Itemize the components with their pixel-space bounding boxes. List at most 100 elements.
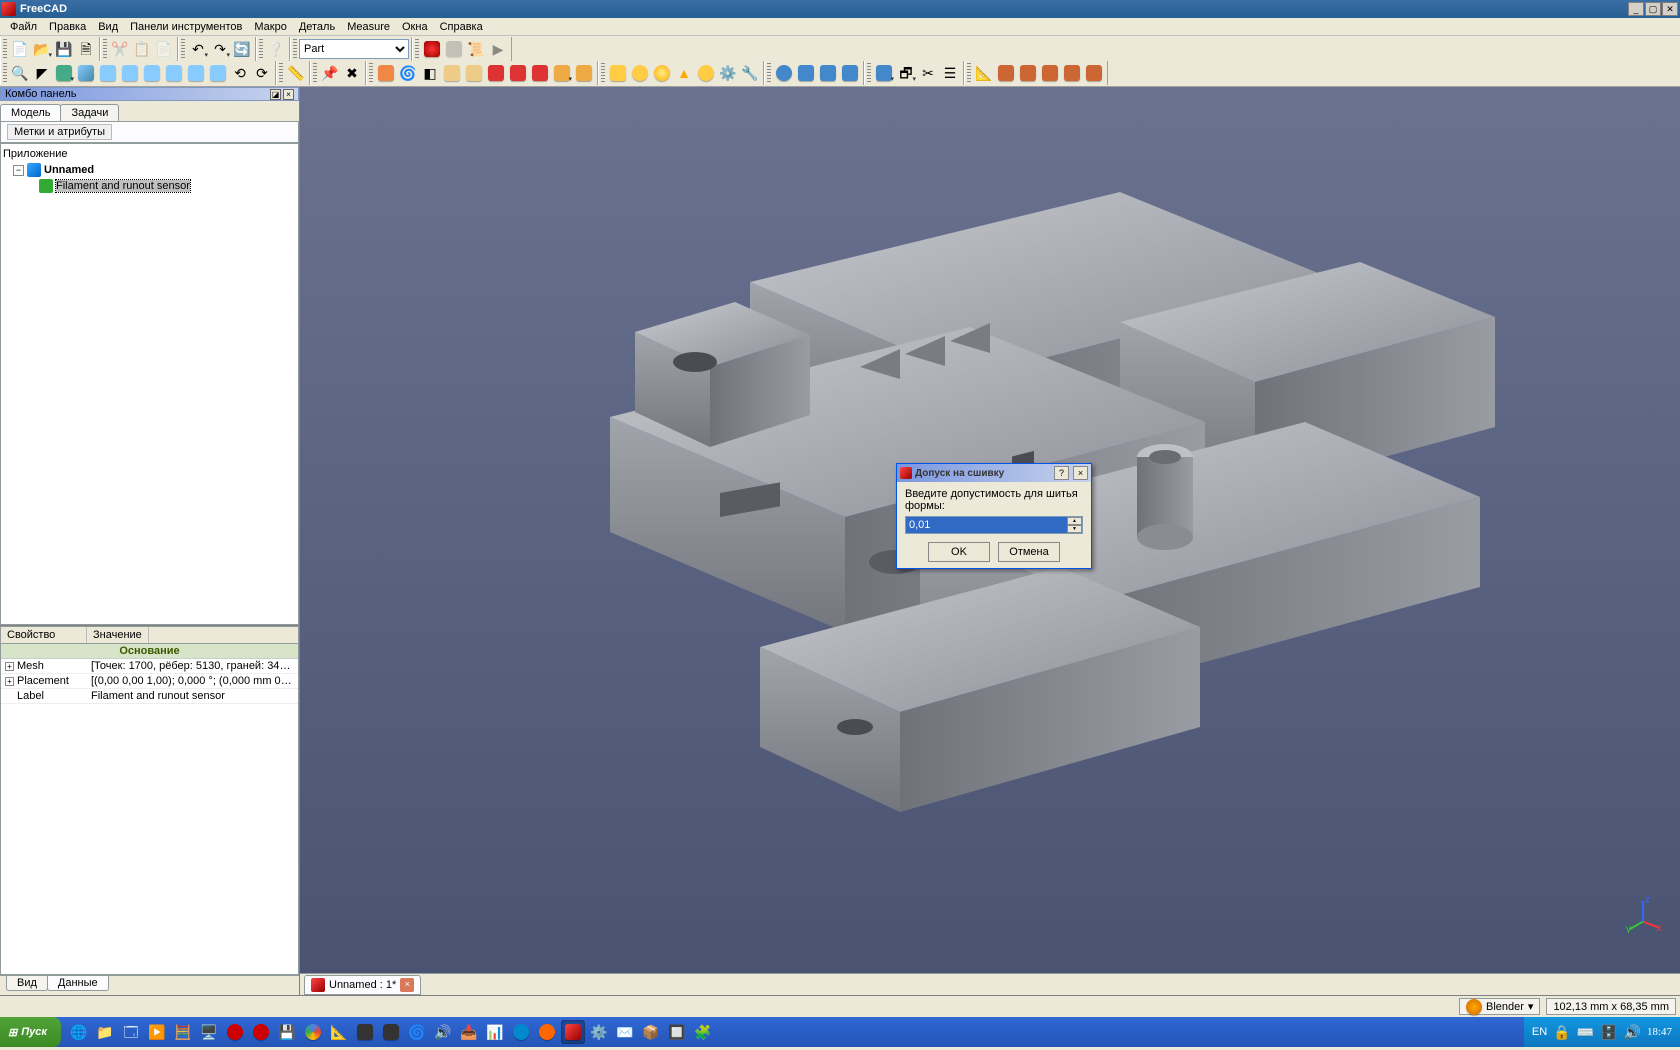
front-view-button[interactable] [97, 62, 119, 84]
top-view-button[interactable] [119, 62, 141, 84]
refresh-button[interactable]: 🔄 [231, 38, 253, 60]
open-doc-button[interactable]: 📂 [31, 38, 53, 60]
nav-style-selector[interactable]: Blender▾ [1459, 998, 1540, 1015]
compound-button[interactable] [873, 62, 895, 84]
doc-tab[interactable]: Unnamed : 1* × [304, 975, 421, 995]
measure-2-button[interactable] [995, 62, 1017, 84]
measure-5-button[interactable] [1061, 62, 1083, 84]
taskbar-icon[interactable] [379, 1020, 403, 1044]
taskbar-icon[interactable]: 🧮 [171, 1020, 195, 1044]
workbench-selector[interactable]: Part [299, 39, 409, 59]
prop-row-label[interactable]: Label Filament and runout sensor [1, 689, 298, 704]
spin-up-button[interactable]: ▲ [1067, 517, 1082, 525]
measure-6-button[interactable] [1083, 62, 1105, 84]
measure-4-button[interactable] [1039, 62, 1061, 84]
dialog-cancel-button[interactable]: Отмена [998, 542, 1060, 562]
tray-icon[interactable]: 🗄️ [1600, 1025, 1617, 1039]
part-thickness-button[interactable] [573, 62, 595, 84]
part-cone-button[interactable]: ▲ [673, 62, 695, 84]
part-ruled-button[interactable] [485, 62, 507, 84]
taskbar-freecad-button[interactable] [561, 1020, 585, 1044]
rotate-right-button[interactable]: ⟳ [251, 62, 273, 84]
dialog-ok-button[interactable]: OK [928, 542, 990, 562]
fit-all-button[interactable]: 🔍 [9, 62, 31, 84]
spin-down-button[interactable]: ▼ [1067, 525, 1082, 533]
tolerance-input[interactable] [906, 517, 1067, 533]
right-view-button[interactable] [141, 62, 163, 84]
taskbar-icon[interactable]: 🌐 [67, 1020, 91, 1044]
taskbar-icon[interactable]: 💾 [275, 1020, 299, 1044]
measure-1-button[interactable]: 📐 [973, 62, 995, 84]
taskbar-icon[interactable]: 🧩 [691, 1020, 715, 1044]
part-mirror-button[interactable]: ◧ [419, 62, 441, 84]
macro-execute-button[interactable]: ▶ [487, 38, 509, 60]
menu-view[interactable]: Вид [92, 20, 124, 34]
menu-measure[interactable]: Measure [341, 20, 396, 34]
part-builder-button[interactable]: 🔧 [739, 62, 761, 84]
tree-item[interactable]: Filament and runout sensor [3, 178, 296, 194]
tab-tasks[interactable]: Задачи [60, 104, 119, 121]
tray-icon[interactable]: 🔊 [1624, 1025, 1641, 1039]
fit-selection-button[interactable]: ◤ [31, 62, 53, 84]
part-revolve-button[interactable]: 🌀 [397, 62, 419, 84]
collapse-icon[interactable]: − [13, 165, 24, 176]
taskbar-icon[interactable]: 🔊 [431, 1020, 455, 1044]
taskbar-icon[interactable] [223, 1020, 247, 1044]
rear-view-button[interactable] [163, 62, 185, 84]
tray-icon[interactable]: 🔒 [1553, 1025, 1570, 1039]
dialog-titlebar[interactable]: Допуск на сшивку ? × [897, 464, 1091, 482]
cut-button[interactable]: ✂️ [109, 38, 131, 60]
tray-icon[interactable]: ⌨️ [1577, 1025, 1594, 1039]
part-sweep-button[interactable] [529, 62, 551, 84]
expand-icon[interactable]: + [5, 677, 14, 686]
model-tree[interactable]: Приложение − Unnamed Filament and runout… [0, 143, 299, 625]
taskbar-icon[interactable]: 📐 [327, 1020, 351, 1044]
combo-close-button[interactable]: ✖ [341, 62, 363, 84]
part-cylinder-button[interactable] [629, 62, 651, 84]
redo-button[interactable]: ↷ [209, 38, 231, 60]
taskbar-icon[interactable]: ⚙️ [587, 1020, 611, 1044]
panel-float-button[interactable]: ◪ [270, 89, 281, 100]
part-extrude-button[interactable] [375, 62, 397, 84]
paste-button[interactable]: 📄 [153, 38, 175, 60]
part-fillet-button[interactable] [441, 62, 463, 84]
tolerance-spinbox[interactable]: ▲ ▼ [905, 516, 1083, 534]
draw-style-button[interactable] [53, 62, 75, 84]
macro-record-button[interactable] [421, 38, 443, 60]
boolean-button[interactable] [773, 62, 795, 84]
part-box-button[interactable] [607, 62, 629, 84]
tree-root[interactable]: Приложение [3, 146, 296, 162]
menu-toolbars[interactable]: Панели инструментов [124, 20, 248, 34]
labels-attributes-tab[interactable]: Метки и атрибуты [7, 124, 112, 140]
tab-model[interactable]: Модель [0, 104, 61, 122]
menu-help[interactable]: Справка [434, 20, 489, 34]
taskbar-icon[interactable] [535, 1020, 559, 1044]
menu-windows[interactable]: Окна [396, 20, 434, 34]
measure-3-button[interactable] [1017, 62, 1039, 84]
property-grid[interactable]: Основание +Mesh [Точек: 1700, рёбер: 513… [0, 644, 299, 975]
macros-button[interactable]: 📜 [465, 38, 487, 60]
bottom-view-button[interactable] [185, 62, 207, 84]
cut-bool-button[interactable] [795, 62, 817, 84]
part-primitives-button[interactable]: ⚙️ [717, 62, 739, 84]
cross-sections-button[interactable]: ☰ [939, 62, 961, 84]
intersect-button[interactable] [839, 62, 861, 84]
macro-stop-button[interactable] [443, 38, 465, 60]
taskbar-icon[interactable] [509, 1020, 533, 1044]
menu-macro[interactable]: Макро [248, 20, 292, 34]
dialog-help-button[interactable]: ? [1054, 466, 1069, 480]
tree-doc[interactable]: − Unnamed [3, 162, 296, 178]
save-as-button[interactable]: 🗎 [75, 38, 97, 60]
part-sphere-button[interactable] [651, 62, 673, 84]
menu-part[interactable]: Деталь [293, 20, 341, 34]
menu-file[interactable]: Файл [4, 20, 43, 34]
new-doc-button[interactable]: 📄 [9, 38, 31, 60]
minimize-button[interactable]: _ [1628, 2, 1644, 16]
rotate-left-button[interactable]: ⟲ [229, 62, 251, 84]
taskbar-icon[interactable]: 📥 [457, 1020, 481, 1044]
dialog-close-button[interactable]: × [1073, 466, 1088, 480]
taskbar-icon[interactable]: 🗔 [119, 1020, 143, 1044]
taskbar-icon[interactable]: ✉️ [613, 1020, 637, 1044]
undo-button[interactable]: ↶ [187, 38, 209, 60]
taskbar-icon[interactable]: 📊 [483, 1020, 507, 1044]
